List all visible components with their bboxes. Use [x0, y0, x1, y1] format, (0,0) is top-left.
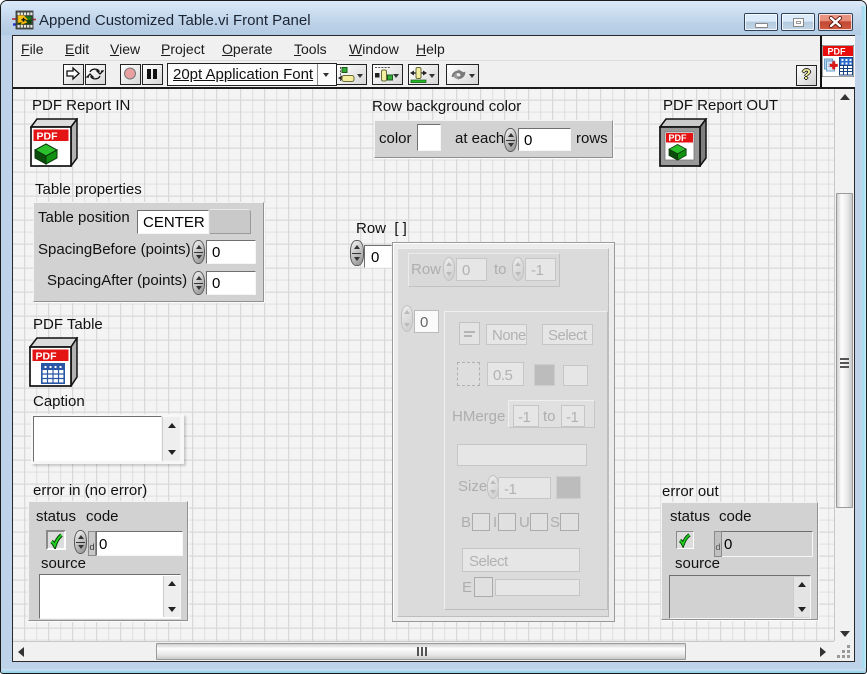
svg-text:PDF: PDF [828, 47, 847, 57]
